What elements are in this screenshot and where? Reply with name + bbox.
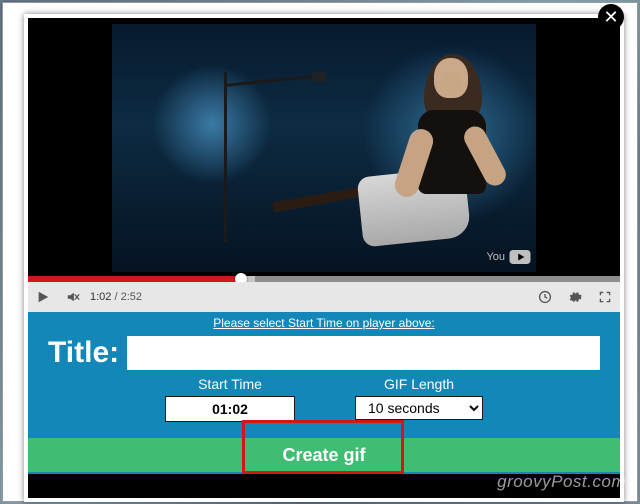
gear-icon bbox=[568, 290, 582, 304]
gif-length-field: GIF Length 5 seconds10 seconds15 seconds bbox=[355, 376, 483, 422]
clock-icon bbox=[538, 290, 552, 304]
fullscreen-button[interactable] bbox=[590, 282, 620, 312]
instruction-text: Please select Start Time on player above… bbox=[28, 312, 620, 330]
youtube-label: You bbox=[486, 251, 505, 263]
title-label: Title: bbox=[48, 336, 119, 370]
start-time-label: Start Time bbox=[198, 376, 262, 392]
create-gif-label: Create gif bbox=[282, 445, 365, 466]
time-display: 1:02 / 2:52 bbox=[90, 291, 142, 303]
video-controls: 1:02 / 2:52 bbox=[28, 282, 620, 312]
start-time-input[interactable] bbox=[165, 396, 295, 422]
fields-row: Start Time GIF Length 5 seconds10 second… bbox=[28, 376, 620, 422]
watch-later-button[interactable] bbox=[530, 282, 560, 312]
close-button[interactable]: ✕ bbox=[598, 4, 624, 30]
gif-creator-modal: You 1:02 / 2:52 bbox=[24, 14, 624, 502]
current-time: 1:02 bbox=[90, 291, 111, 303]
video-stage: You 1:02 / 2:52 bbox=[28, 18, 620, 296]
gif-length-label: GIF Length bbox=[384, 376, 454, 392]
form-panel: Please select Start Time on player above… bbox=[28, 312, 620, 474]
start-time-field: Start Time bbox=[165, 376, 295, 422]
gif-length-select[interactable]: 5 seconds10 seconds15 seconds bbox=[355, 396, 483, 420]
mic-stand bbox=[224, 72, 227, 242]
guitarist-figure bbox=[390, 58, 510, 248]
mic-head bbox=[312, 72, 326, 82]
create-gif-button[interactable]: Create gif bbox=[28, 438, 620, 472]
close-icon: ✕ bbox=[603, 7, 618, 28]
title-row: Title: bbox=[28, 330, 620, 372]
settings-button[interactable] bbox=[560, 282, 590, 312]
youtube-watermark[interactable]: You bbox=[486, 250, 532, 264]
volume-muted-icon bbox=[66, 290, 80, 304]
play-icon bbox=[36, 290, 50, 304]
video-frame[interactable] bbox=[112, 24, 536, 272]
total-time: 2:52 bbox=[121, 291, 142, 303]
mute-button[interactable] bbox=[58, 282, 88, 312]
play-button[interactable] bbox=[28, 282, 58, 312]
youtube-icon bbox=[508, 250, 532, 264]
title-input[interactable] bbox=[127, 336, 600, 370]
fullscreen-icon bbox=[598, 290, 612, 304]
